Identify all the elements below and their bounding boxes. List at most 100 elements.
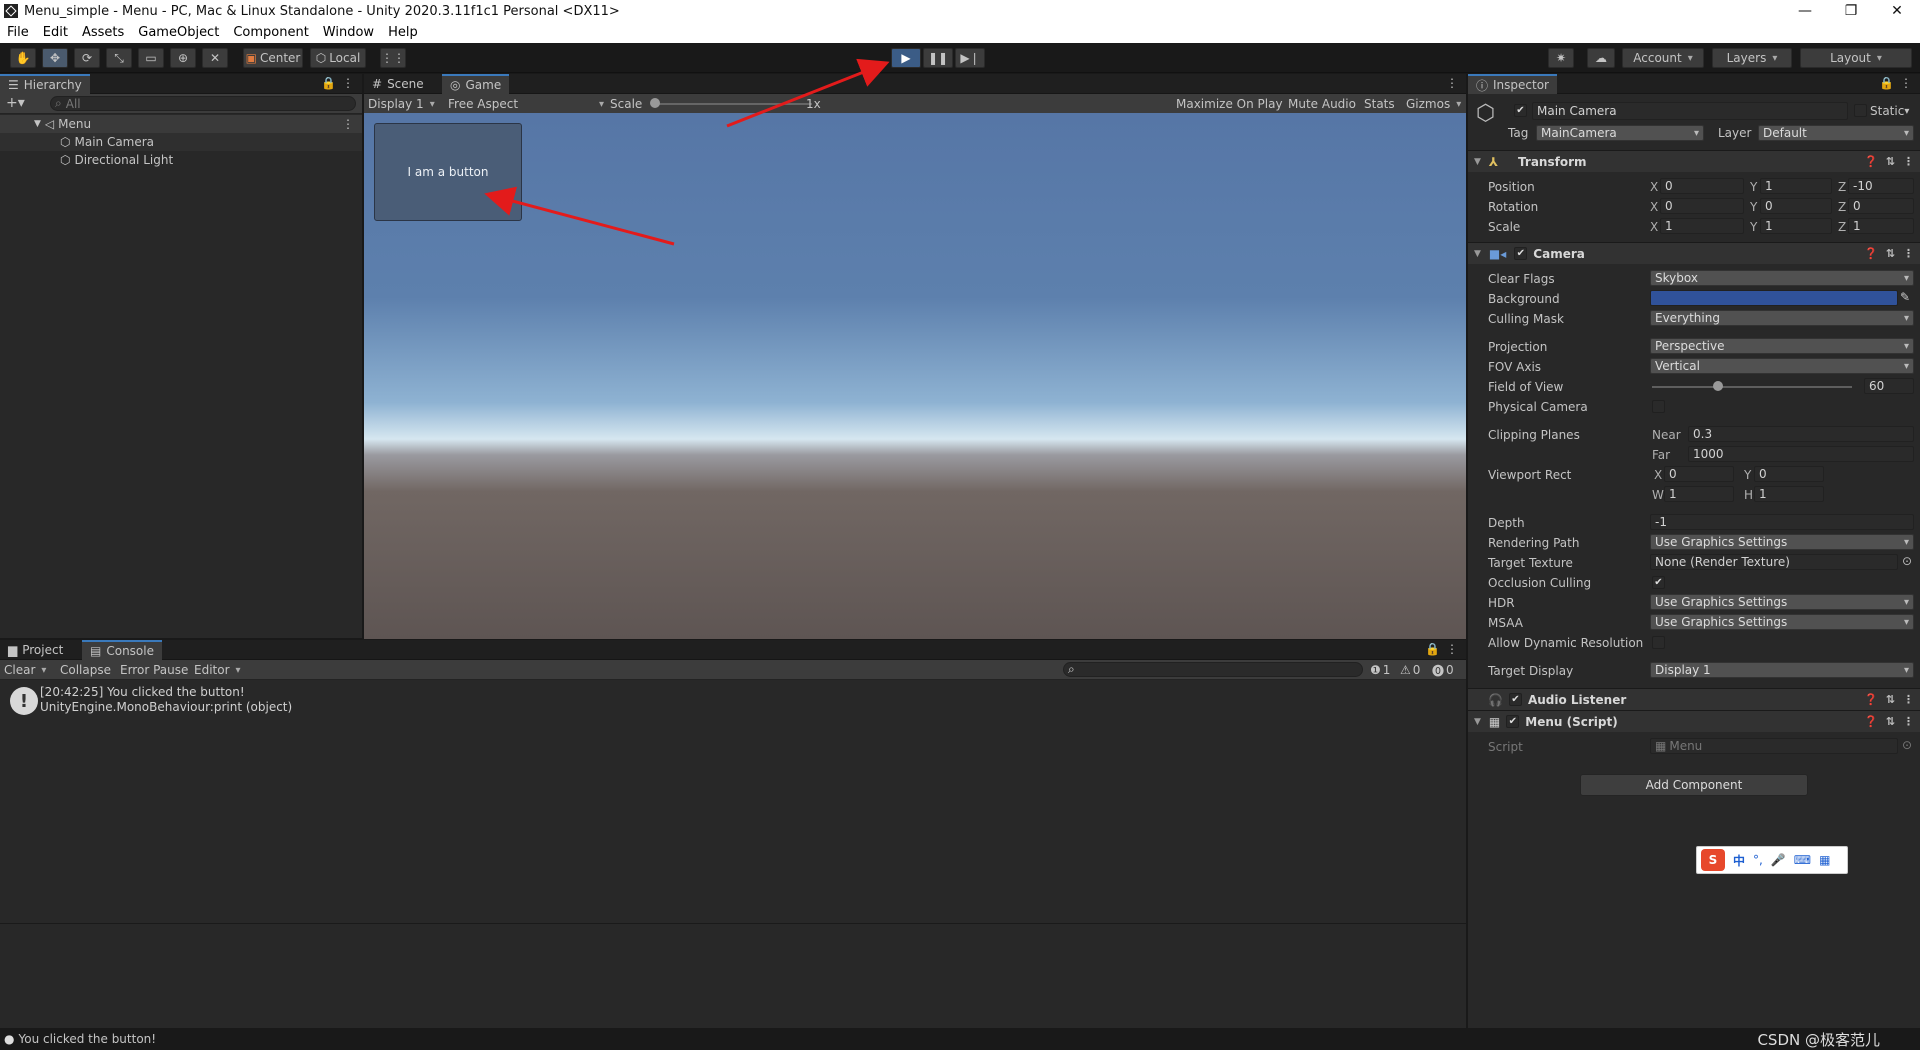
- msaa-dropdown[interactable]: Use Graphics Settings: [1650, 614, 1914, 630]
- help-icon[interactable]: ❓: [1864, 247, 1878, 260]
- tab-inspector[interactable]: ⓘ Inspector: [1468, 74, 1557, 94]
- scale-y-field[interactable]: 1: [1760, 218, 1832, 234]
- hierarchy-search-input[interactable]: ⌕ All: [50, 96, 356, 111]
- rendering-path-dropdown[interactable]: Use Graphics Settings: [1650, 534, 1914, 550]
- menu-component[interactable]: Component: [226, 25, 315, 40]
- position-y-field[interactable]: 1: [1760, 178, 1832, 194]
- status-message[interactable]: You clicked the button!: [18, 1032, 156, 1046]
- component-menu-icon[interactable]: ⋮: [1903, 693, 1914, 706]
- tab-console[interactable]: ▤ Console: [82, 640, 162, 660]
- component-menu-icon[interactable]: ⋮: [1903, 715, 1914, 728]
- scale-slider-handle[interactable]: [650, 98, 660, 108]
- foldout-arrow-icon[interactable]: ▼: [1474, 157, 1481, 167]
- more-options-icon[interactable]: ⋮: [1446, 76, 1458, 90]
- services-icon[interactable]: ✷: [1548, 48, 1574, 68]
- error-count-toggle[interactable]: ⓿0: [1432, 661, 1454, 679]
- lock-icon[interactable]: 🔒: [1425, 642, 1440, 656]
- tab-game[interactable]: ◎ Game: [442, 74, 510, 94]
- gizmos-dropdown[interactable]: Gizmos: [1406, 95, 1461, 113]
- component-menu-icon[interactable]: ⋮: [1903, 155, 1914, 168]
- viewport-x-field[interactable]: 0: [1664, 466, 1734, 482]
- camera-header[interactable]: ▼ ■◂ ✔ Camera ❓ ⇅ ⋮: [1468, 242, 1920, 264]
- menu-file[interactable]: File: [0, 25, 36, 40]
- hierarchy-item-main-camera[interactable]: ⬡ Main Camera: [0, 133, 362, 151]
- preset-icon[interactable]: ⇅: [1886, 247, 1895, 260]
- console-log-entry[interactable]: ! [20:42:25] You clicked the button! Uni…: [0, 683, 1466, 719]
- target-texture-field[interactable]: None (Render Texture): [1650, 554, 1898, 570]
- editor-dropdown[interactable]: Editor: [194, 661, 241, 679]
- rotation-y-field[interactable]: 0: [1760, 198, 1832, 214]
- static-dropdown[interactable]: Static ▾: [1870, 102, 1909, 120]
- punctuation-icon[interactable]: °,: [1753, 853, 1763, 867]
- help-icon[interactable]: ❓: [1864, 693, 1878, 706]
- fov-value-field[interactable]: 60: [1864, 378, 1914, 394]
- scale-tool-icon[interactable]: ⤡: [106, 48, 132, 68]
- aspect-dropdown[interactable]: Free Aspect: [448, 95, 604, 113]
- rotation-x-field[interactable]: 0: [1660, 198, 1744, 214]
- pivot-local-button[interactable]: ⬡ Local: [310, 48, 366, 68]
- target-display-dropdown[interactable]: Display 1: [1650, 662, 1914, 678]
- pause-button[interactable]: ❚❚: [923, 48, 953, 68]
- hand-tool-icon[interactable]: ✋: [10, 48, 36, 68]
- move-tool-icon[interactable]: ✥: [42, 48, 68, 68]
- console-search-input[interactable]: ⌕: [1063, 662, 1363, 677]
- expand-arrow-icon[interactable]: ▼: [34, 119, 41, 129]
- step-button[interactable]: ▶❘: [955, 48, 985, 68]
- add-object-icon[interactable]: +▾: [6, 95, 25, 111]
- menu-gameobject[interactable]: GameObject: [131, 25, 226, 40]
- culling-mask-dropdown[interactable]: Everything: [1650, 310, 1914, 326]
- rect-tool-icon[interactable]: ▭: [138, 48, 164, 68]
- keyboard-icon[interactable]: ⌨: [1794, 853, 1811, 867]
- tag-dropdown[interactable]: MainCamera: [1536, 125, 1704, 141]
- scale-z-field[interactable]: 1: [1848, 218, 1914, 234]
- ime-toolbar[interactable]: S 中 °, 🎤 ⌨ ▦: [1696, 846, 1848, 874]
- menu-script-checkbox[interactable]: ✔: [1506, 715, 1520, 728]
- component-menu-icon[interactable]: ⋮: [1903, 247, 1914, 260]
- background-color-field[interactable]: [1650, 290, 1898, 306]
- transform-tool-icon[interactable]: ⊕: [170, 48, 196, 68]
- object-name-field[interactable]: Main Camera: [1532, 102, 1848, 120]
- lock-icon[interactable]: 🔒: [1879, 76, 1894, 90]
- preset-icon[interactable]: ⇅: [1886, 155, 1895, 168]
- hierarchy-item-directional-light[interactable]: ⬡ Directional Light: [0, 151, 362, 169]
- layer-dropdown[interactable]: Default: [1758, 125, 1914, 141]
- layout-dropdown[interactable]: Layout: [1800, 48, 1912, 68]
- tab-project[interactable]: ▆ Project: [0, 640, 71, 660]
- eyedropper-icon[interactable]: ✎: [1900, 290, 1910, 304]
- collab-cloud-icon[interactable]: ☁: [1587, 48, 1615, 68]
- dynamic-resolution-checkbox[interactable]: [1652, 636, 1665, 649]
- scene-row[interactable]: ▼ ◁ Menu ⋮: [0, 115, 362, 133]
- help-icon[interactable]: ❓: [1864, 155, 1878, 168]
- more-options-icon[interactable]: ⋮: [342, 76, 354, 90]
- menu-help[interactable]: Help: [381, 25, 425, 40]
- position-z-field[interactable]: -10: [1848, 178, 1914, 194]
- position-x-field[interactable]: 0: [1660, 178, 1744, 194]
- hdr-dropdown[interactable]: Use Graphics Settings: [1650, 594, 1914, 610]
- rotate-tool-icon[interactable]: ⟳: [74, 48, 100, 68]
- more-options-icon[interactable]: ⋮: [1900, 76, 1912, 90]
- viewport-h-field[interactable]: 1: [1754, 486, 1824, 502]
- maximize-on-play-toggle[interactable]: Maximize On Play: [1176, 95, 1283, 113]
- transform-header[interactable]: ▼ ⅄ Transform ❓ ⇅ ⋮: [1468, 150, 1920, 172]
- foldout-arrow-icon[interactable]: ▼: [1474, 717, 1481, 727]
- preset-icon[interactable]: ⇅: [1886, 715, 1895, 728]
- foldout-arrow-icon[interactable]: ▼: [1474, 249, 1481, 259]
- microphone-icon[interactable]: 🎤: [1771, 853, 1786, 867]
- custom-tool-icon[interactable]: ✕: [202, 48, 228, 68]
- layers-dropdown[interactable]: Layers: [1712, 48, 1792, 68]
- physical-camera-checkbox[interactable]: [1652, 400, 1665, 413]
- stats-toggle[interactable]: Stats: [1364, 95, 1395, 113]
- fov-slider-handle[interactable]: [1713, 381, 1724, 391]
- toolbox-grid-icon[interactable]: ▦: [1819, 853, 1830, 867]
- preset-icon[interactable]: ⇅: [1886, 693, 1895, 706]
- menu-script-header[interactable]: ▼ ▦ ✔ Menu (Script) ❓ ⇅ ⋮: [1468, 710, 1920, 732]
- scene-options-icon[interactable]: ⋮: [342, 117, 354, 131]
- audio-listener-checkbox[interactable]: ✔: [1508, 693, 1522, 706]
- error-pause-toggle[interactable]: Error Pause: [120, 661, 188, 679]
- ime-language-toggle[interactable]: 中: [1733, 852, 1745, 869]
- play-button[interactable]: ▶: [891, 48, 921, 68]
- active-checkbox[interactable]: ✔: [1514, 104, 1527, 117]
- object-picker-icon[interactable]: ⊙: [1902, 554, 1912, 568]
- collapse-toggle[interactable]: Collapse: [60, 661, 111, 679]
- log-count-toggle[interactable]: ❶1: [1370, 661, 1390, 679]
